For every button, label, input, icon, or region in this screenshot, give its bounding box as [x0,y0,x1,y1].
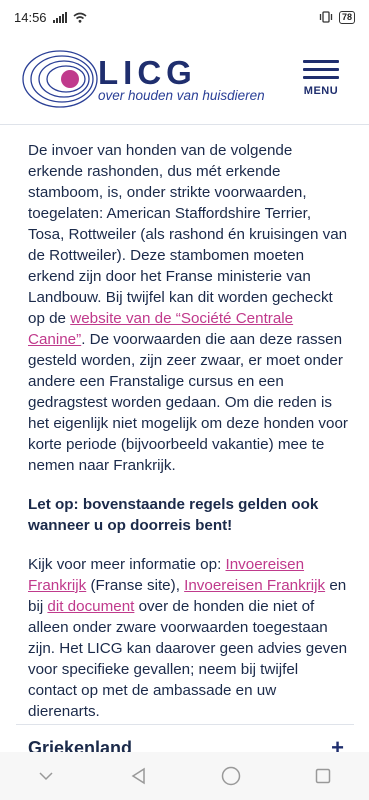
text: over de honden die niet of alleen onder … [28,598,348,720]
clock: 14:56 [14,9,47,25]
dit-document-link[interactable]: dit document [47,598,134,615]
wifi-icon [73,12,87,23]
article-content: De invoer van honden van de volgende erk… [28,140,348,740]
invoereisen-frankrijk-link-2[interactable]: Invoereisen Frankrijk [184,577,325,594]
brand-name: LICG [98,54,197,91]
nav-recents-button[interactable] [303,756,343,796]
home-circle-icon [221,766,240,786]
back-triangle-icon [131,767,146,785]
nav-hide-button[interactable] [26,756,66,796]
licg-logo[interactable] [20,48,100,110]
paragraph-warning: Let op: bovenstaande regels gelden ook w… [28,494,348,536]
chevron-down-icon [39,772,53,781]
battery-icon: 78 [338,10,355,24]
vibrate-icon [319,11,333,23]
nav-back-button[interactable] [118,756,158,796]
nav-home-button[interactable] [211,756,251,796]
paragraph-more-info: Kijk voor meer informatie op: Invoereise… [28,554,348,722]
hamburger-icon-bar [303,68,339,71]
android-nav-bar [0,752,369,800]
warning-text: Let op: bovenstaande regels gelden ook w… [28,496,319,534]
signal-icon [52,11,67,23]
menu-label: MENU [303,85,339,97]
text: Kijk voor meer informatie op: [28,556,226,573]
text: De invoer van honden van de volgende erk… [28,142,348,327]
paragraph-rules: De invoer van honden van de volgende erk… [28,140,348,476]
divider [16,724,354,725]
menu-button[interactable]: MENU [303,60,339,97]
site-header: LICG over houden van huisdieren MENU [0,34,369,125]
brand-tagline: over houden van huisdieren [98,88,265,103]
recents-square-icon [315,768,331,784]
text: (Franse site), [86,577,185,594]
hamburger-icon-bar [303,76,339,79]
text: . De voorwaarden die aan deze rassen ges… [28,331,348,474]
hamburger-icon [303,60,339,63]
status-bar: 14:56 78 [0,0,369,34]
